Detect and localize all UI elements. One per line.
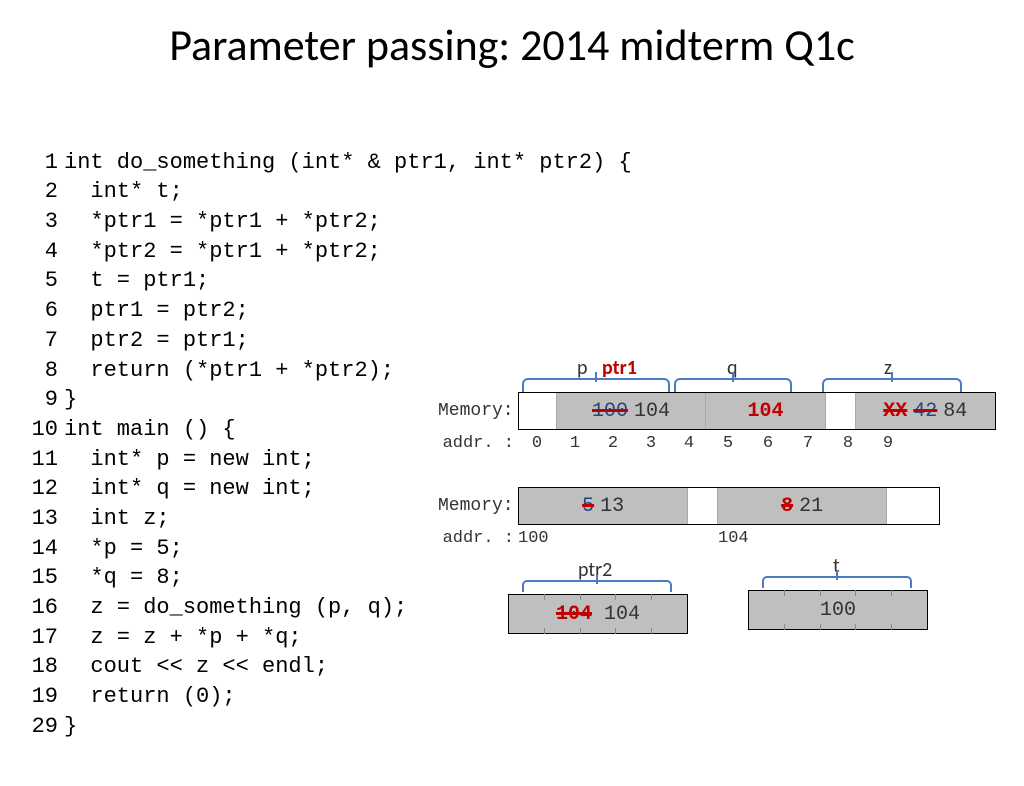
t-box: 100 bbox=[748, 590, 928, 630]
slide-title: Parameter passing: 2014 midterm Q1c bbox=[0, 18, 1024, 72]
memory-diagrams: p ptr1 q z Memory: 100 104 104 XX bbox=[438, 356, 1018, 658]
ptr2-box: 104 104 bbox=[508, 594, 688, 634]
label-ptr1: ptr1 bbox=[602, 356, 637, 380]
addr-label: addr. : bbox=[438, 434, 518, 453]
brace-icon bbox=[822, 378, 962, 392]
brace-icon bbox=[522, 580, 672, 592]
memory-strip-2: 5 13 8 21 bbox=[518, 487, 940, 525]
memory-label: Memory: bbox=[438, 496, 518, 516]
brace-icon bbox=[674, 378, 792, 392]
addr-label: addr. : bbox=[438, 529, 518, 548]
label-p: p bbox=[577, 356, 588, 380]
memory-label: Memory: bbox=[438, 401, 518, 421]
brace-icon bbox=[762, 576, 912, 588]
memory-strip-1: 100 104 104 XX 42 84 bbox=[518, 392, 996, 430]
brace-icon bbox=[522, 378, 670, 392]
